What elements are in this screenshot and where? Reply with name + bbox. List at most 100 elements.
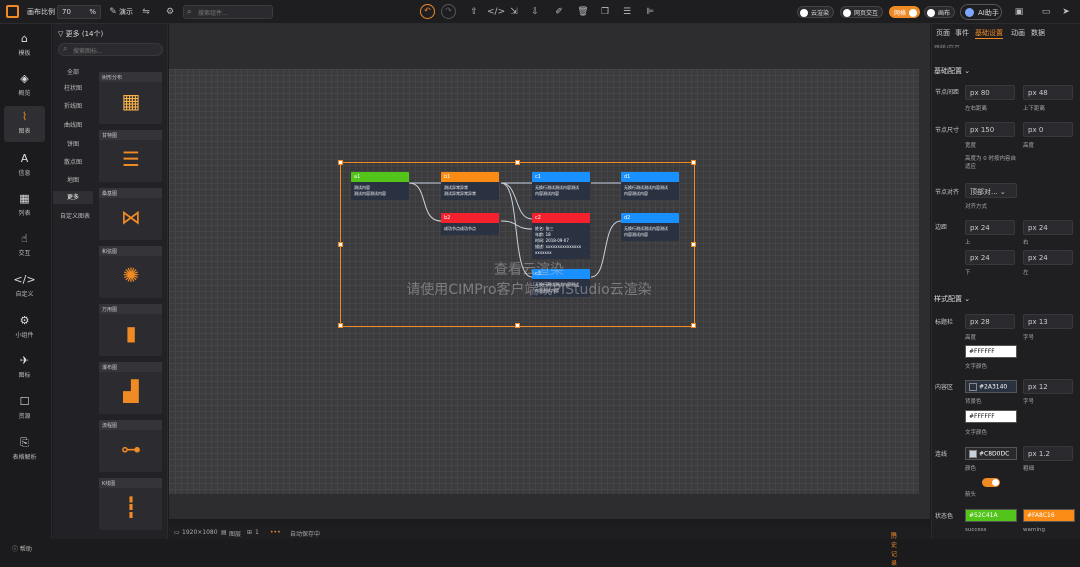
category-scatter[interactable]: 散点图: [53, 156, 93, 169]
tab-events[interactable]: 事件: [955, 28, 969, 38]
redo-icon[interactable]: ↷: [441, 4, 456, 19]
monitor-icon[interactable]: ▭: [1039, 5, 1053, 19]
canvas-toggle[interactable]: 画布: [924, 6, 956, 18]
panel-search-input[interactable]: ⌕ 搜索图标...: [58, 43, 163, 56]
nav-item-resources[interactable]: ☐ 资源: [4, 391, 45, 427]
nav-item-list[interactable]: ▦ 列表: [4, 188, 45, 224]
trash-icon[interactable]: 🗑: [576, 5, 590, 19]
resize-handle[interactable]: [338, 160, 343, 165]
chart-card[interactable]: 桑基图 ⋈: [99, 188, 162, 240]
ai-assistant-button[interactable]: AI助手: [960, 4, 1002, 20]
brush-icon[interactable]: ✐: [552, 5, 566, 19]
flow-node[interactable]: b1 测试异常异常 测试异常异常异常: [441, 172, 499, 200]
layers-label[interactable]: 图层: [229, 529, 241, 538]
content-color-picker[interactable]: #FFFFFF: [965, 410, 1017, 423]
node-height-input[interactable]: px 0: [1023, 122, 1073, 137]
title-height-input[interactable]: px 28: [965, 314, 1015, 329]
resize-handle[interactable]: [691, 242, 696, 247]
category-line[interactable]: 折线图: [53, 100, 93, 113]
flow-node[interactable]: a1 测试内容 测试内容测试内容: [351, 172, 409, 200]
component-search-input[interactable]: ⌕ 搜索组件...: [183, 5, 273, 19]
flow-node[interactable]: d1 无换行测试测试内容测试 内容测试内容: [621, 172, 679, 200]
align-icon[interactable]: ⊫: [643, 5, 657, 19]
resize-handle[interactable]: [338, 323, 343, 328]
chart-card[interactable]: 瀑布图 ▟: [99, 362, 162, 414]
flow-node[interactable]: d2 无换行测试测试内容测试 内容测试内容: [621, 213, 679, 241]
copy-icon[interactable]: ❐: [598, 5, 612, 19]
tab-animation[interactable]: 动画: [1011, 28, 1025, 38]
chart-card[interactable]: 树形分布 ▦: [99, 72, 162, 124]
nav-item-interaction[interactable]: ☝ 交互: [4, 228, 45, 264]
chart-card[interactable]: 和弦图 ✺: [99, 246, 162, 298]
success-color-picker[interactable]: #52C41A: [965, 509, 1017, 522]
resize-handle[interactable]: [691, 160, 696, 165]
resize-handle[interactable]: [691, 323, 696, 328]
margin-bottom-input[interactable]: px 24: [965, 250, 1015, 265]
category-all[interactable]: 全部: [53, 66, 93, 79]
flow-node[interactable]: c2 姓名: 张三 年龄: 18 时间: 2018-09-07 描述: xxxxxxxx…: [532, 213, 590, 259]
chart-card[interactable]: 万用图 ▮: [99, 304, 162, 356]
nav-item-info[interactable]: A 信息: [4, 148, 45, 184]
category-more[interactable]: 更多: [53, 191, 93, 204]
code-icon[interactable]: </>: [487, 5, 505, 19]
flow-node[interactable]: c1 无换行测试测试内容测试 内容测试内容: [532, 172, 590, 200]
chart-card[interactable]: 流程图 ⊶: [99, 420, 162, 472]
nav-item-table-parse[interactable]: ⎘ 表格解析: [4, 432, 45, 468]
download-icon[interactable]: ⇩: [528, 5, 542, 19]
warning-color-picker[interactable]: #FA8C16: [1023, 509, 1075, 522]
content-bg-picker[interactable]: #2A3140: [965, 380, 1017, 393]
tab-data[interactable]: 数据: [1031, 28, 1045, 38]
chart-card[interactable]: 甘特图 ☰: [99, 130, 162, 182]
tab-basic-settings[interactable]: 基础设置: [975, 28, 1003, 39]
margin-right-input[interactable]: px 24: [1023, 220, 1073, 235]
grid-toggle[interactable]: 网格: [889, 6, 921, 18]
category-pie[interactable]: 饼图: [53, 138, 93, 151]
send-icon[interactable]: ➤: [1059, 5, 1073, 19]
node-width-input[interactable]: px 150: [965, 122, 1015, 137]
spacing-x-input[interactable]: px 80: [965, 85, 1015, 100]
resize-handle[interactable]: [515, 160, 520, 165]
nav-item-icons[interactable]: ✈ 图标: [4, 350, 45, 386]
resize-handle[interactable]: [338, 242, 343, 247]
tab-page[interactable]: 页面: [936, 28, 950, 38]
demo-icon[interactable]: ✎: [106, 5, 120, 19]
nav-item-template[interactable]: ⌂ 模板: [4, 28, 45, 64]
category-bar[interactable]: 柱状图: [53, 82, 93, 95]
category-custom[interactable]: 自定义图表: [53, 210, 97, 223]
export-icon[interactable]: ⇲: [507, 5, 521, 19]
ratio-input[interactable]: 70%: [57, 5, 101, 19]
chart-card[interactable]: K线图 ┇: [99, 478, 162, 530]
flow-node[interactable]: b2 成功节点成功节点: [441, 213, 499, 235]
upload-icon[interactable]: ⇧: [467, 5, 481, 19]
undo-icon[interactable]: ↶: [420, 4, 435, 19]
nav-item-overview[interactable]: ◈ 概览: [4, 68, 45, 104]
web-interact-toggle[interactable]: 网页交互: [840, 6, 884, 18]
title-color-picker[interactable]: #FFFFFF: [965, 345, 1017, 358]
content-font-input[interactable]: px 12: [1023, 379, 1073, 394]
left-nav: ⌂ 模板 ◈ 概览 ⌇ 图表 A 信息 ▦ 列表 ☝ 交互 </> 自定义 ⚙ 小组件 ✈ 图标 …: [0, 24, 52, 553]
layers-icon[interactable]: ☰: [620, 5, 634, 19]
arrow-toggle[interactable]: [982, 478, 1000, 487]
title-font-input[interactable]: px 13: [1023, 314, 1073, 329]
basic-config-header[interactable]: 基础配置 ⌄: [934, 66, 970, 76]
line-width-input[interactable]: px 1.2: [1023, 446, 1073, 461]
help-button[interactable]: ⓘ 帮助: [12, 544, 32, 553]
save-icon[interactable]: ▣: [1012, 5, 1026, 19]
resize-handle[interactable]: [515, 323, 520, 328]
demo-button[interactable]: 演示: [119, 7, 133, 17]
node-align-select[interactable]: 顶部对... ⌄: [965, 183, 1017, 198]
cloud-render-toggle[interactable]: 云渲染: [797, 6, 835, 18]
nav-item-widgets[interactable]: ⚙ 小组件: [4, 310, 45, 346]
nav-item-charts[interactable]: ⌇ 图表: [4, 106, 45, 142]
margin-top-input[interactable]: px 24: [965, 220, 1015, 235]
settings-icon[interactable]: ⚙: [163, 5, 177, 19]
filter-icon[interactable]: ⇋: [139, 5, 153, 19]
margin-left-input[interactable]: px 24: [1023, 250, 1073, 265]
design-canvas[interactable]: a1 测试内容 测试内容测试内容 b1 测试异常异常 测试异常异常异常 b2 成功节点成功…: [169, 69, 919, 494]
line-color-picker[interactable]: #C8D0DC: [965, 447, 1017, 460]
nav-item-custom[interactable]: </> 自定义: [4, 269, 45, 305]
category-map[interactable]: 地图: [53, 174, 93, 187]
spacing-y-input[interactable]: px 48: [1023, 85, 1073, 100]
style-config-header[interactable]: 样式配置 ⌄: [934, 294, 970, 304]
category-curve[interactable]: 曲线图: [53, 119, 93, 132]
